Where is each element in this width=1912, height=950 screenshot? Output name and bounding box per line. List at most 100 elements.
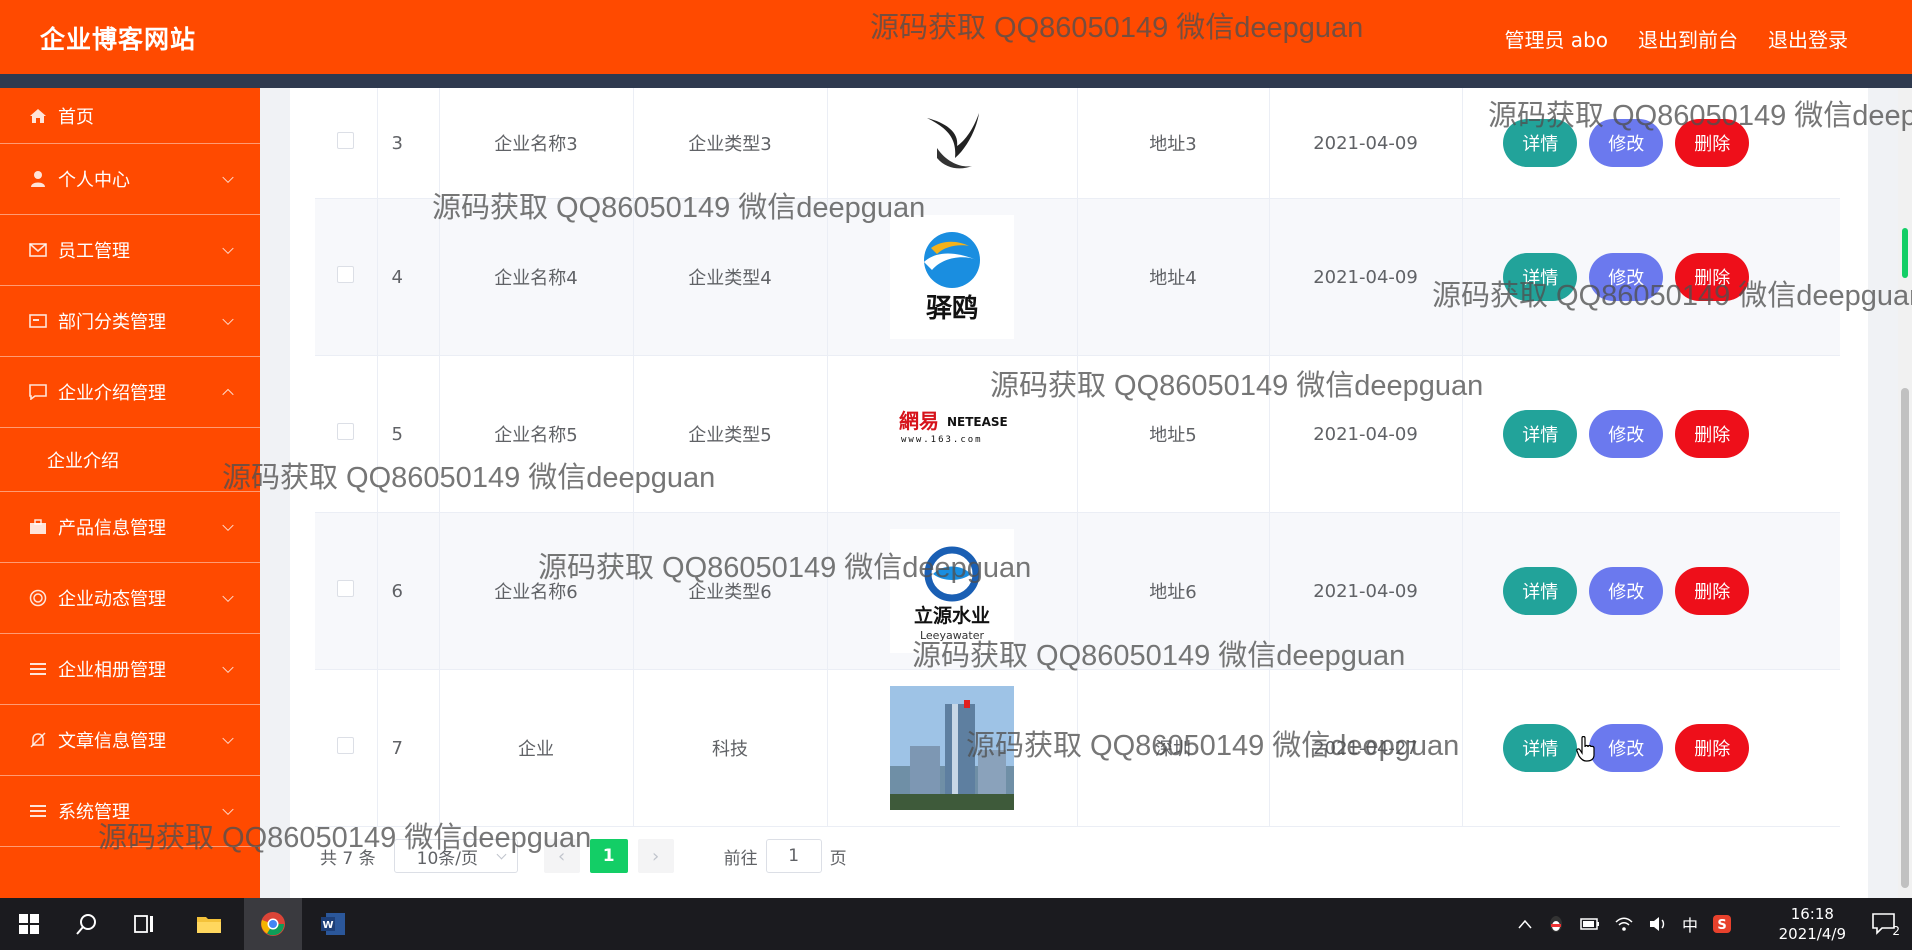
table-row: 4 企业名称4 企业类型4 驿鸥 地址4 2021-04-09 详情 修改 删除 [315, 198, 1841, 356]
delete-button[interactable]: 删除 [1675, 724, 1750, 772]
wifi-icon[interactable] [1614, 915, 1634, 933]
pagination-total: 共 7 条 [320, 848, 376, 869]
edit-button[interactable]: 修改 [1589, 410, 1664, 458]
sogou-icon[interactable]: S [1712, 914, 1732, 934]
company-type: 企业类型4 [633, 198, 828, 356]
created-date: 2021-04-09 [1269, 198, 1463, 356]
submenu-item-label: 企业介绍 [47, 450, 119, 472]
task-view-icon [134, 915, 153, 933]
svg-text:W: W [322, 920, 333, 931]
edit-button[interactable]: 修改 [1589, 567, 1664, 615]
goto-page-input[interactable]: 1 [765, 839, 822, 873]
sidebar-item-label: 产品信息管理 [58, 518, 166, 539]
chevron-up-icon [222, 388, 234, 401]
svg-text:S: S [1717, 918, 1726, 933]
detail-button[interactable]: 详情 [1503, 119, 1578, 167]
company-type: 企业类型6 [633, 512, 828, 670]
row-index: 3 [377, 88, 440, 199]
table-row: 7 企业 科技 深圳 2021-04-27 详情 修改 删除 [315, 669, 1840, 827]
message-icon [28, 382, 48, 402]
sidebar-item-company-intro[interactable]: 企业介绍管理 [0, 357, 260, 428]
next-page-button[interactable]: › [637, 839, 674, 873]
submenu-item-company-intro[interactable]: 企业介绍 [0, 428, 260, 492]
chevron-down-icon [222, 519, 234, 532]
scrollbar-thumb[interactable] [1901, 388, 1909, 888]
prev-page-button[interactable]: ‹ [543, 839, 580, 873]
sidebar-item-articles[interactable]: 文章信息管理 [0, 705, 260, 776]
volume-icon[interactable] [1648, 915, 1668, 933]
mail-icon [28, 240, 48, 260]
delete-button[interactable]: 删除 [1675, 119, 1750, 167]
chrome-button[interactable] [244, 898, 302, 950]
search-icon [76, 914, 96, 935]
page-number-current[interactable]: 1 [589, 839, 628, 873]
company-address: 地址6 [1077, 512, 1270, 670]
edit-button[interactable]: 修改 [1589, 119, 1664, 167]
taskbar-clock[interactable]: 16:18 2021/4/9 [1779, 904, 1846, 944]
row-actions: 详情 修改 删除 [1463, 119, 1841, 167]
netease-en-text: NETEASE [947, 415, 1007, 429]
chrome-icon [261, 912, 285, 936]
system-tray: 中 S [1518, 898, 1732, 950]
delete-button[interactable]: 删除 [1675, 410, 1750, 458]
card-icon [28, 311, 48, 331]
edit-button[interactable]: 修改 [1589, 253, 1664, 301]
admin-name[interactable]: 管理员 abo [1504, 24, 1608, 53]
sidebar-item-news[interactable]: 企业动态管理 [0, 563, 260, 634]
row-checkbox[interactable] [337, 266, 355, 283]
chevron-down-icon [496, 849, 507, 860]
detail-button[interactable]: 详情 [1503, 410, 1578, 458]
chevron-down-icon [222, 803, 234, 816]
sidebar-item-albums[interactable]: 企业相册管理 [0, 634, 260, 705]
notification-button[interactable]: 2 [1870, 910, 1900, 938]
chevron-down-icon [222, 171, 234, 184]
sidebar-item-home[interactable]: 首页 [0, 88, 260, 144]
task-view-button[interactable] [116, 898, 174, 950]
windows-icon [19, 914, 39, 934]
battery-icon[interactable] [1580, 916, 1600, 932]
delete-button[interactable]: 删除 [1675, 253, 1750, 301]
row-checkbox[interactable] [337, 580, 355, 597]
company-address: 深圳 [1077, 669, 1270, 827]
created-date: 2021-04-09 [1269, 512, 1463, 670]
chevron-up-icon[interactable] [1518, 919, 1532, 929]
sidebar-item-employees[interactable]: 员工管理 [0, 215, 260, 286]
sidebar-item-label: 企业动态管理 [58, 589, 166, 610]
scroll-indicator [1902, 228, 1908, 278]
detail-button[interactable]: 详情 [1503, 724, 1578, 772]
page-scrollbar[interactable] [1898, 88, 1912, 898]
logout-link[interactable]: 退出登录 [1768, 24, 1848, 53]
search-button[interactable] [58, 898, 116, 950]
edit-button[interactable]: 修改 [1589, 724, 1664, 772]
bell-off-icon [28, 730, 48, 750]
sidebar-item-products[interactable]: 产品信息管理 [0, 492, 260, 563]
delete-button[interactable]: 删除 [1675, 567, 1750, 615]
row-actions: 详情 修改 删除 [1463, 567, 1841, 615]
word-button[interactable]: W [304, 898, 362, 950]
company-name: 企业名称5 [439, 355, 634, 513]
row-actions: 详情 修改 删除 [1463, 410, 1841, 458]
netease-url-text: www.163.com [901, 435, 983, 445]
company-address: 地址3 [1077, 88, 1270, 199]
row-checkbox[interactable] [337, 132, 355, 149]
sidebar-item-label: 文章信息管理 [58, 731, 166, 752]
ime-indicator[interactable]: 中 [1682, 912, 1698, 936]
detail-button[interactable]: 详情 [1503, 253, 1578, 301]
file-explorer-button[interactable] [180, 898, 238, 950]
sidebar-item-personal-center[interactable]: 个人中心 [0, 144, 260, 215]
row-actions: 详情 修改 删除 [1463, 253, 1841, 301]
row-checkbox[interactable] [337, 423, 355, 440]
sidebar-item-system[interactable]: 系统管理 [0, 776, 260, 847]
start-button[interactable] [0, 898, 58, 950]
qq-icon[interactable] [1546, 914, 1566, 934]
sidebar-item-departments[interactable]: 部门分类管理 [0, 286, 260, 357]
building-photo [890, 686, 1014, 810]
row-checkbox[interactable] [337, 737, 355, 754]
yizhan-logo-text: 驿鸥 [926, 293, 978, 324]
page-size-select[interactable]: 10条/页 [393, 839, 518, 873]
row-index: 6 [377, 512, 440, 670]
header-divider [0, 74, 1912, 88]
back-to-front-link[interactable]: 退出到前台 [1638, 24, 1738, 53]
word-icon: W [321, 913, 345, 935]
detail-button[interactable]: 详情 [1503, 567, 1578, 615]
